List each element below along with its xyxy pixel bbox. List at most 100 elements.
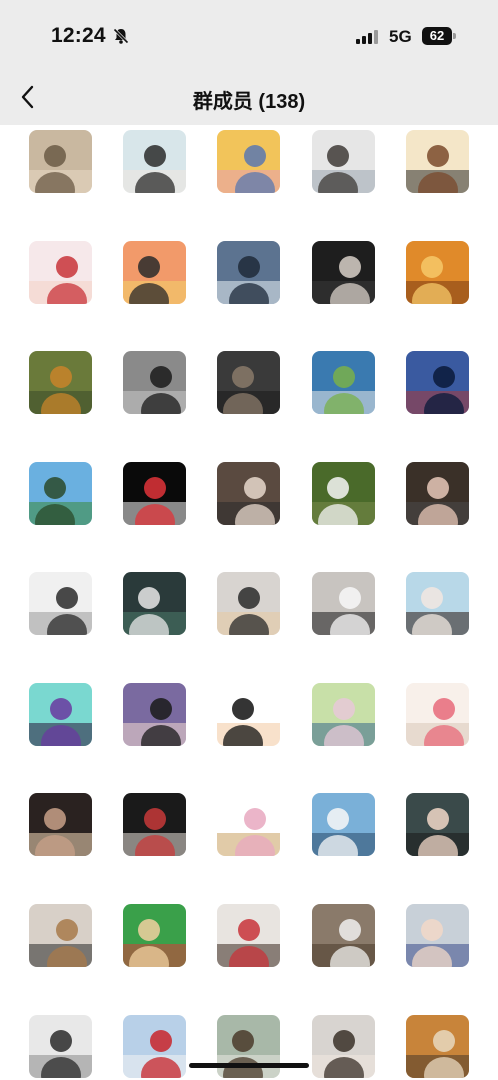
avatar-image <box>123 130 186 193</box>
avatar-image <box>406 572 469 635</box>
member-avatar[interactable] <box>123 241 186 304</box>
member-avatar[interactable] <box>312 462 375 525</box>
status-bar: 12:24 5G 62 <box>0 0 498 70</box>
avatar-image <box>312 241 375 304</box>
avatar-image <box>29 683 92 746</box>
avatar-image <box>217 241 280 304</box>
member-avatar[interactable] <box>312 241 375 304</box>
member-avatar[interactable] <box>29 572 92 635</box>
member-avatar[interactable] <box>29 1015 92 1078</box>
avatar-image <box>312 793 375 856</box>
member-avatar[interactable] <box>312 1015 375 1078</box>
avatar-image <box>29 351 92 414</box>
bell-off-icon <box>113 28 129 44</box>
avatar-image <box>123 241 186 304</box>
avatar-image <box>29 904 92 967</box>
avatar-image <box>217 351 280 414</box>
member-avatar[interactable] <box>406 683 469 746</box>
avatar-image <box>312 1015 375 1078</box>
avatar-image <box>217 683 280 746</box>
member-avatar[interactable] <box>406 462 469 525</box>
member-avatar[interactable] <box>29 241 92 304</box>
member-avatar[interactable] <box>312 351 375 414</box>
avatar-image <box>217 462 280 525</box>
member-avatar[interactable] <box>406 241 469 304</box>
member-avatar[interactable] <box>123 130 186 193</box>
avatar-image <box>406 793 469 856</box>
battery-level: 62 <box>429 28 445 43</box>
avatar-image <box>123 351 186 414</box>
avatar-image <box>217 1015 280 1078</box>
member-avatar[interactable] <box>217 1015 280 1078</box>
avatar-image <box>406 904 469 967</box>
member-avatar[interactable] <box>312 683 375 746</box>
avatar-image <box>406 1015 469 1078</box>
member-avatar[interactable] <box>217 904 280 967</box>
member-avatar[interactable] <box>312 572 375 635</box>
avatar-image <box>312 572 375 635</box>
member-avatar[interactable] <box>29 130 92 193</box>
member-avatar[interactable] <box>29 683 92 746</box>
member-avatar[interactable] <box>217 572 280 635</box>
member-avatar[interactable] <box>406 351 469 414</box>
member-avatar[interactable] <box>29 351 92 414</box>
member-avatar[interactable] <box>123 793 186 856</box>
nav-bar: 群成员 (138) <box>0 70 498 125</box>
battery-icon: 62 <box>422 27 456 45</box>
avatar-image <box>312 683 375 746</box>
member-avatar[interactable] <box>406 1015 469 1078</box>
avatar-image <box>406 241 469 304</box>
home-indicator <box>189 1063 309 1068</box>
member-avatar[interactable] <box>123 351 186 414</box>
member-avatar[interactable] <box>217 683 280 746</box>
avatar-image <box>123 572 186 635</box>
avatar-image <box>312 904 375 967</box>
status-time: 12:24 <box>51 24 106 47</box>
avatar-image <box>29 130 92 193</box>
member-avatar[interactable] <box>312 904 375 967</box>
avatar-image <box>123 1015 186 1078</box>
member-avatar[interactable] <box>123 904 186 967</box>
avatar-image <box>312 351 375 414</box>
network-type: 5G <box>389 27 412 46</box>
member-avatar[interactable] <box>312 793 375 856</box>
signal-icon <box>356 30 382 44</box>
avatar-image <box>29 462 92 525</box>
avatar-image <box>123 793 186 856</box>
member-avatar[interactable] <box>29 793 92 856</box>
avatar-image <box>217 572 280 635</box>
avatar-image <box>217 793 280 856</box>
member-avatar[interactable] <box>123 572 186 635</box>
member-avatar[interactable] <box>217 130 280 193</box>
member-grid[interactable] <box>0 125 498 1080</box>
avatar-image <box>123 462 186 525</box>
avatar-image <box>123 683 186 746</box>
avatar-image <box>217 130 280 193</box>
member-avatar[interactable] <box>406 572 469 635</box>
member-avatar[interactable] <box>217 793 280 856</box>
avatar-image <box>29 572 92 635</box>
member-avatar[interactable] <box>406 904 469 967</box>
avatar-image <box>406 683 469 746</box>
member-avatar[interactable] <box>406 793 469 856</box>
avatar-image <box>29 793 92 856</box>
avatar-image <box>406 351 469 414</box>
avatar-image <box>123 904 186 967</box>
avatar-image <box>217 904 280 967</box>
avatar-image <box>29 241 92 304</box>
member-avatar[interactable] <box>29 904 92 967</box>
member-avatar[interactable] <box>217 462 280 525</box>
member-avatar[interactable] <box>123 462 186 525</box>
page-title: 群成员 (138) <box>192 91 306 113</box>
avatar-image <box>406 130 469 193</box>
avatar-image <box>312 130 375 193</box>
avatar-image <box>406 462 469 525</box>
member-avatar[interactable] <box>217 241 280 304</box>
member-avatar[interactable] <box>406 130 469 193</box>
avatar-image <box>29 1015 92 1078</box>
member-avatar[interactable] <box>29 462 92 525</box>
member-avatar[interactable] <box>123 1015 186 1078</box>
member-avatar[interactable] <box>312 130 375 193</box>
member-avatar[interactable] <box>123 683 186 746</box>
member-avatar[interactable] <box>217 351 280 414</box>
